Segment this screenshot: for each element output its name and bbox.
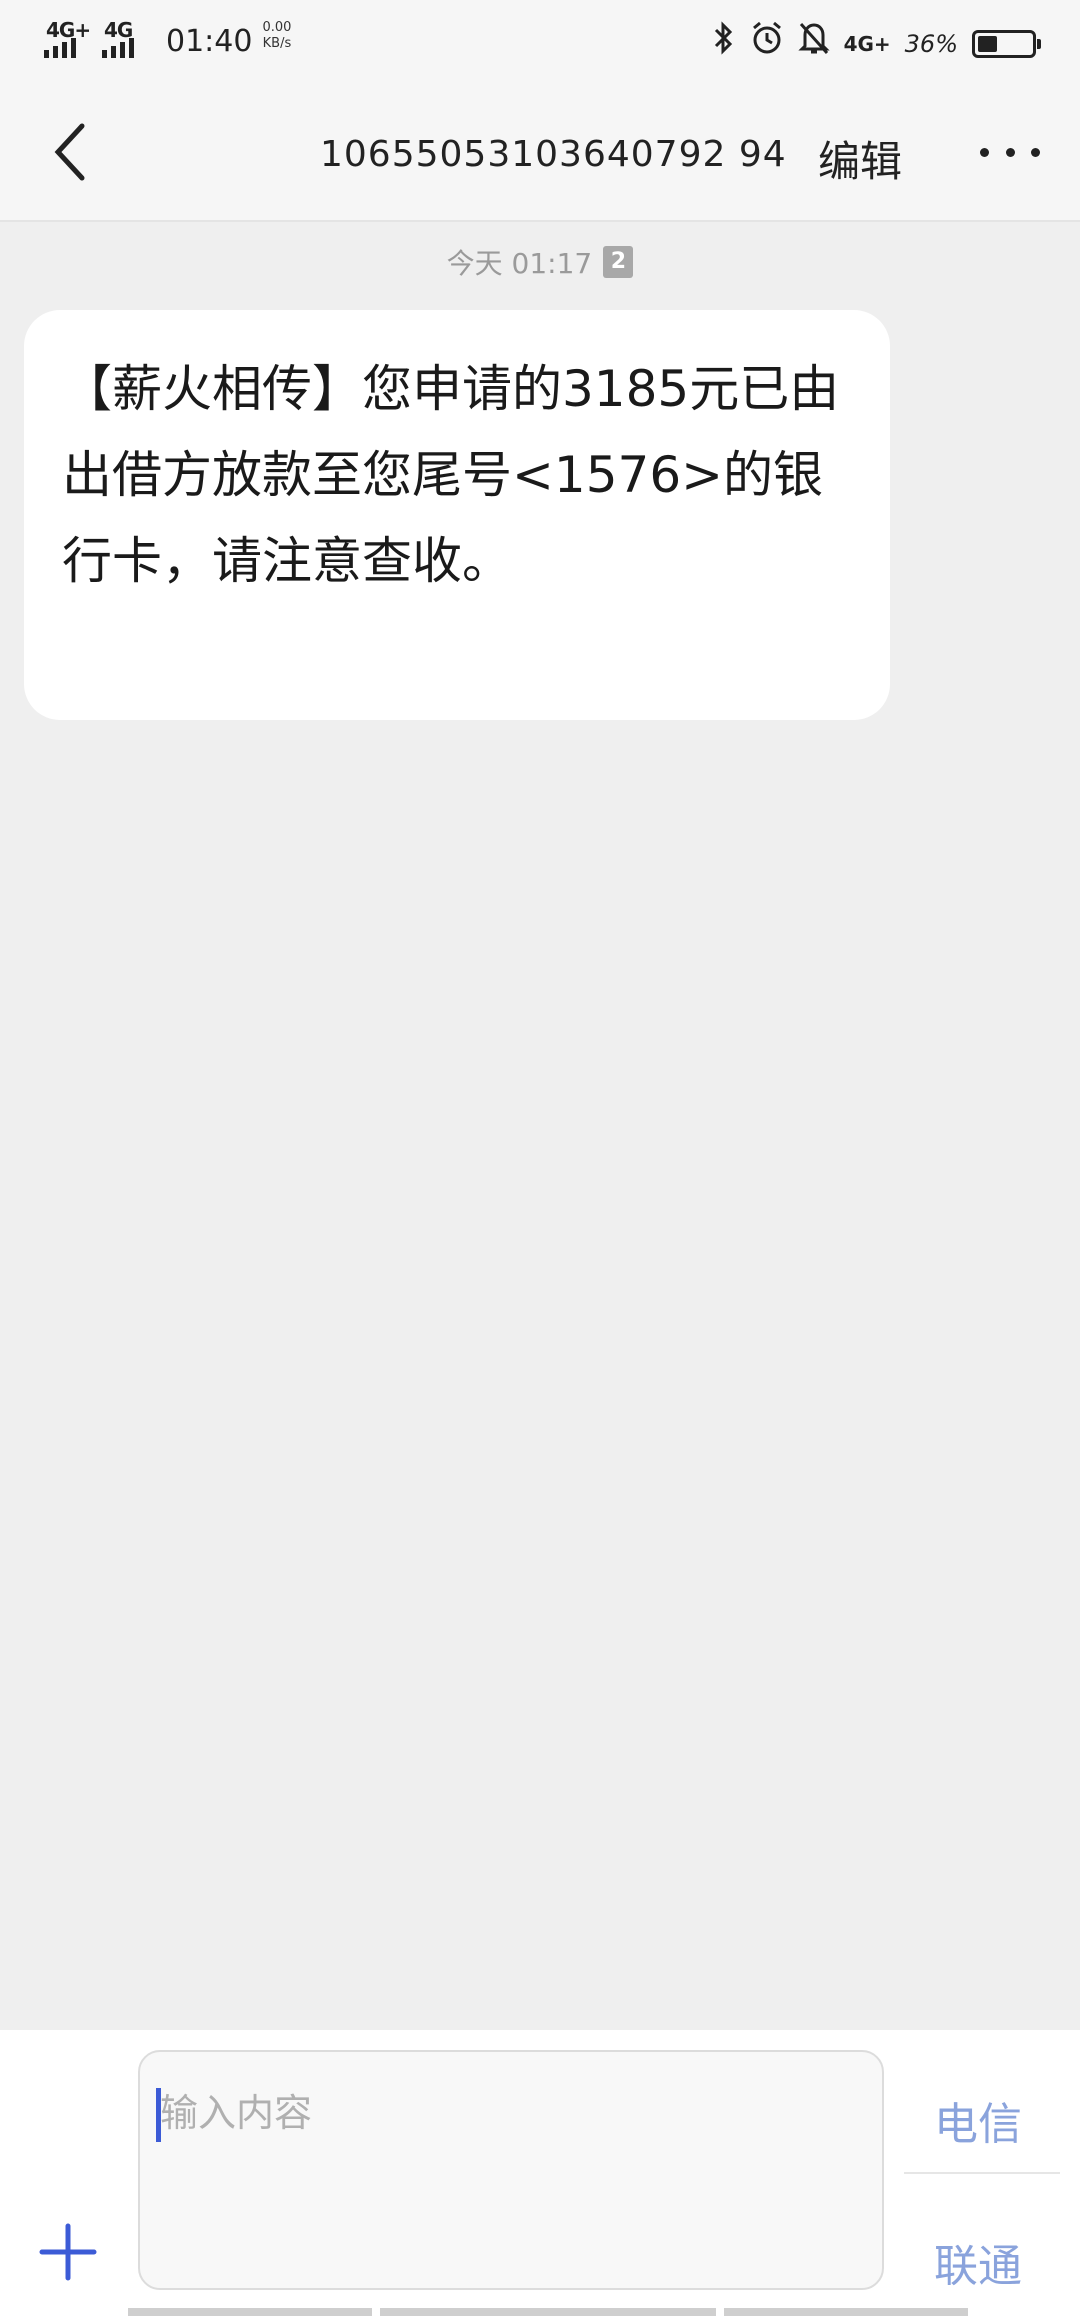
add-attachment-button[interactable] [38,2222,98,2282]
network-speed-value: 0.00 [262,20,292,35]
conversation-header: 10655053103640792 94 编辑 [0,84,1080,222]
sender-number: 10655053103640792 94 [320,134,787,175]
battery-fill [978,35,997,52]
more-dot-icon [1031,147,1040,157]
status-left: 4G+ 4G 01:40 0.00 KB/s [44,18,291,59]
network-speed: 0.00 KB/s [262,20,291,52]
message-text: 【薪火相传】您申请的3185元已由出借方放款至您尾号<1576>的银行卡，请注意… [62,360,840,590]
status-bar: 4G+ 4G 01:40 0.00 KB/s 4G+ 36% [0,0,1080,84]
bluetooth-icon [712,20,736,67]
send-buttons-divider [904,2172,1060,2174]
signal-strength-icon-sim1: 4G+ [44,18,96,58]
message-timestamp: 今天 01:17 2 [0,242,1080,282]
incoming-message-bubble[interactable]: 【薪火相传】您申请的3185元已由出借方放款至您尾号<1576>的银行卡，请注意… [24,310,890,720]
status-right: 4G+ 36% [712,20,1041,67]
battery-percent: 36% [904,29,958,58]
edit-button[interactable]: 编辑 [818,128,902,189]
plus-icon [39,2223,97,2281]
mute-bell-icon [797,20,830,67]
send-via-telecom-button[interactable]: 电信 [934,2088,1022,2152]
network-speed-unit: KB/s [262,36,292,51]
mobile-data-icon: 4G+ [844,32,891,56]
more-dot-icon [980,147,989,157]
signal-strength-icon-sim2: 4G [102,18,154,58]
status-time: 01:40 [166,24,253,59]
chevron-left-icon [54,123,85,181]
back-button[interactable] [40,114,110,190]
message-composer: 输入内容 电信 联通 [0,2030,1080,2316]
more-dot-icon [1005,147,1015,157]
more-options-button[interactable] [980,142,1040,162]
bottom-keyboard-strip [0,2308,1080,2316]
mobile-data-label: 4G+ [843,31,891,56]
alarm-clock-icon [750,20,784,67]
message-input-placeholder: 输入内容 [160,2091,313,2135]
send-via-unicom-button[interactable]: 联通 [934,2230,1022,2294]
battery-icon [972,29,1041,58]
message-date: 今天 01:17 [446,247,593,280]
sms-conversation-screen: 4G+ 4G 01:40 0.00 KB/s 4G+ 36% 106550531… [0,0,1080,2316]
sim-card-badge: 2 [603,246,634,278]
message-input[interactable]: 输入内容 [138,2050,884,2290]
